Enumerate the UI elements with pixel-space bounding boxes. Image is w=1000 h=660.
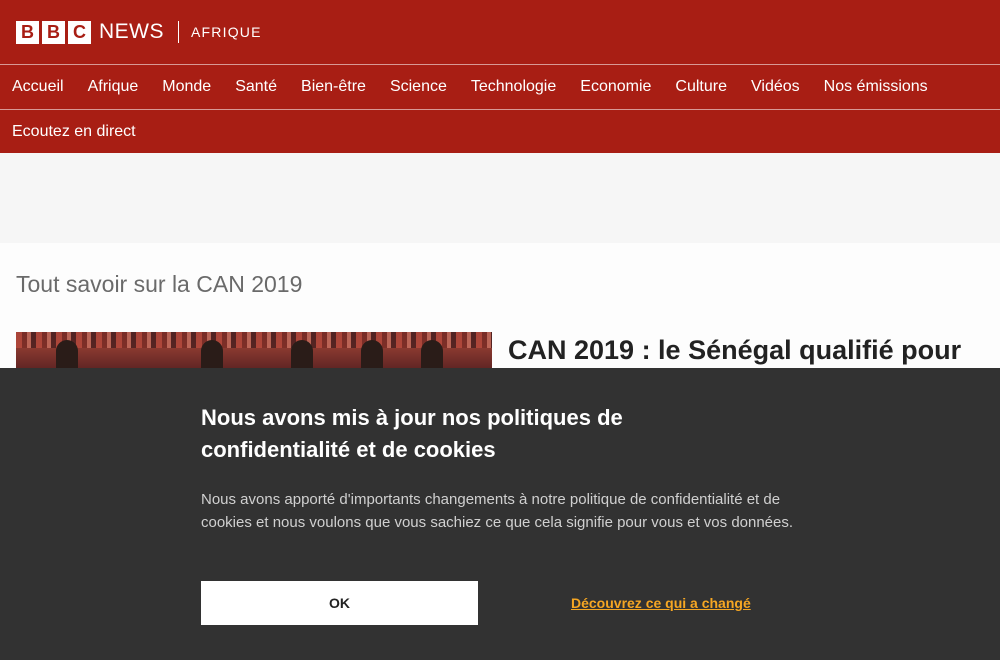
ad-placeholder [0, 153, 1000, 243]
story-image[interactable] [16, 332, 492, 372]
learn-what-changed-link[interactable]: Découvrez ce qui a changé [571, 595, 751, 611]
nav-item-monde[interactable]: Monde [162, 78, 211, 96]
nav-item-technologie[interactable]: Technologie [471, 78, 556, 96]
nav-item-accueil[interactable]: Accueil [12, 78, 64, 96]
nav-item-culture[interactable]: Culture [675, 78, 727, 96]
brand-edition-label[interactable]: AFRIQUE [191, 24, 262, 40]
brand-news-label[interactable]: NEWS [99, 20, 164, 44]
main-nav: Accueil Afrique Monde Santé Bien-être Science… [0, 64, 1000, 109]
nav-item-videos[interactable]: Vidéos [751, 78, 800, 96]
secondary-nav: Ecoutez en direct [0, 109, 1000, 153]
cookie-banner-title: Nous avons mis à jour nos politiques de … [201, 405, 623, 462]
cookie-banner: Nous avons mis à jour nos politiques de … [0, 368, 1000, 660]
bbc-logo-block-b1: B [16, 20, 39, 44]
ok-button[interactable]: OK [201, 581, 478, 625]
cookie-banner-text: Nous avons apporté d'importants changeme… [201, 491, 794, 531]
crowd-background [16, 332, 492, 348]
nav-item-ecoutez-en-direct[interactable]: Ecoutez en direct [12, 123, 136, 141]
nav-item-afrique[interactable]: Afrique [88, 78, 139, 96]
nav-item-science[interactable]: Science [390, 78, 447, 96]
bbc-logo-block-b2: B [42, 20, 65, 44]
bbc-logo[interactable]: B B C [16, 20, 91, 44]
brand-bar: B B C NEWS AFRIQUE [0, 0, 1000, 64]
nav-item-nos-emissions[interactable]: Nos émissions [824, 78, 928, 96]
nav-item-sante[interactable]: Santé [235, 78, 277, 96]
story-headline[interactable]: CAN 2019 : le Sénégal qualifié pour [508, 335, 961, 366]
bbc-logo-block-c: C [68, 20, 91, 44]
nav-item-economie[interactable]: Economie [580, 78, 651, 96]
site-header: B B C NEWS AFRIQUE Accueil Afrique Monde Sa… [0, 0, 1000, 153]
nav-item-bien-etre[interactable]: Bien-être [301, 78, 366, 96]
section-title[interactable]: Tout savoir sur la CAN 2019 [16, 271, 302, 298]
brand-divider [178, 21, 179, 43]
